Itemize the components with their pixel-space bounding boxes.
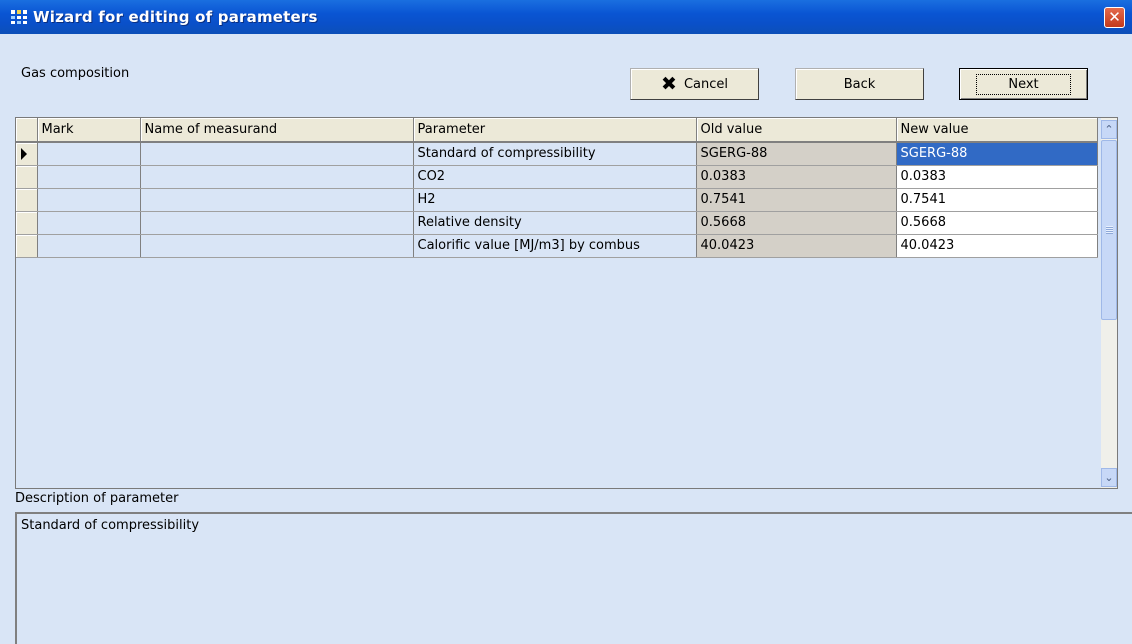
column-header-name[interactable]: Name of measurand — [140, 118, 414, 143]
cell-old-value: 0.7541 — [696, 188, 897, 212]
column-header-old-value[interactable]: Old value — [696, 118, 897, 143]
cell-old-value: 0.5668 — [696, 211, 897, 235]
cancel-label: Cancel — [683, 76, 728, 92]
scroll-up-button[interactable]: ⌃ — [1101, 120, 1117, 139]
scroll-thumb[interactable] — [1101, 140, 1117, 320]
header-indicator — [16, 118, 38, 143]
title-bar: Wizard for editing of parameters ✕ — [0, 0, 1132, 34]
table-row[interactable]: CO2 0.0383 0.0383 — [16, 165, 1098, 189]
row-indicator[interactable] — [16, 188, 38, 212]
column-header-parameter[interactable]: Parameter — [413, 118, 697, 143]
cell-new-value[interactable]: 0.5668 — [896, 211, 1098, 235]
cell-new-value[interactable]: 0.0383 — [896, 165, 1098, 189]
close-button[interactable]: ✕ — [1104, 7, 1125, 28]
cell-parameter: Relative density — [413, 211, 697, 235]
current-row-arrow-icon — [21, 147, 27, 160]
table-row[interactable]: Standard of compressibility SGERG-88 SGERG… — [16, 142, 1098, 166]
cell-parameter: Standard of compressibility — [413, 142, 697, 166]
description-label: Description of parameter — [15, 491, 179, 506]
back-label: Back — [843, 76, 876, 92]
description-text: Standard of compressibility — [21, 518, 200, 533]
cell-parameter: H2 — [413, 188, 697, 212]
cell-new-value[interactable]: 0.7541 — [896, 188, 1098, 212]
wizard-header: Gas composition ✖ Cancel Back Next — [0, 34, 1132, 117]
parameters-grid: Mark Name of measurand Parameter Old val… — [15, 117, 1118, 489]
row-indicator[interactable] — [16, 142, 38, 166]
cancel-icon: ✖ — [661, 72, 677, 95]
scroll-down-button[interactable]: ⌄ — [1101, 468, 1117, 487]
row-indicator[interactable] — [16, 211, 38, 235]
cell-old-value: SGERG-88 — [696, 142, 897, 166]
cell-name — [140, 165, 414, 189]
cell-old-value: 0.0383 — [696, 165, 897, 189]
cell-name — [140, 142, 414, 166]
row-indicator[interactable] — [16, 165, 38, 189]
grid-app-icon — [11, 10, 27, 24]
close-icon: ✕ — [1108, 8, 1121, 26]
cell-old-value: 40.0423 — [696, 234, 897, 258]
header-row: Mark Name of measurand Parameter Old val… — [16, 118, 1098, 143]
grip-icon — [1106, 226, 1113, 234]
cell-new-value[interactable]: SGERG-88 — [896, 142, 1098, 166]
table-row[interactable]: Relative density 0.5668 0.5668 — [16, 211, 1098, 235]
cell-mark — [37, 165, 141, 189]
next-label: Next — [976, 73, 1071, 95]
description-box[interactable]: Standard of compressibility — [15, 512, 1132, 644]
table-row[interactable]: H2 0.7541 0.7541 — [16, 188, 1098, 212]
cell-name — [140, 188, 414, 212]
cell-mark — [37, 234, 141, 258]
grid-scrollbar[interactable]: ⌃ ⌄ — [1101, 118, 1117, 488]
cancel-button[interactable]: ✖ Cancel — [630, 68, 759, 100]
cell-parameter: Calorific value [MJ/m3] by combus — [413, 234, 697, 258]
row-indicator[interactable] — [16, 234, 38, 258]
window-title: Wizard for editing of parameters — [33, 8, 318, 26]
section-label: Gas composition — [21, 66, 130, 81]
chevron-down-icon: ⌄ — [1104, 471, 1114, 484]
next-button[interactable]: Next — [959, 68, 1088, 100]
cell-mark — [37, 142, 141, 166]
cell-mark — [37, 211, 141, 235]
cell-new-value[interactable]: 40.0423 — [896, 234, 1098, 258]
parameters-table: Mark Name of measurand Parameter Old val… — [16, 118, 1098, 258]
cell-parameter: CO2 — [413, 165, 697, 189]
table-row[interactable]: Calorific value [MJ/m3] by combus 40.0423… — [16, 234, 1098, 258]
back-button[interactable]: Back — [795, 68, 924, 100]
chevron-up-icon: ⌃ — [1104, 123, 1114, 136]
cell-mark — [37, 188, 141, 212]
column-header-new-value[interactable]: New value — [896, 118, 1098, 143]
cell-name — [140, 211, 414, 235]
column-header-mark[interactable]: Mark — [37, 118, 141, 143]
cell-name — [140, 234, 414, 258]
